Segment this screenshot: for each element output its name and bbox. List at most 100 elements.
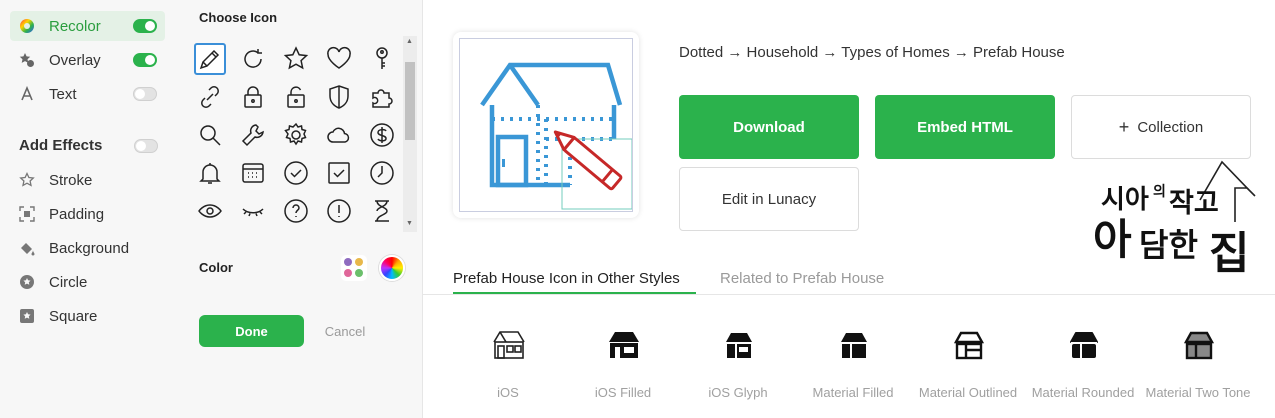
unlock-icon[interactable] [280,81,312,113]
download-button[interactable]: Download [679,95,859,159]
effect-padding[interactable]: Padding [10,199,165,229]
svg-text:집: 집 [1209,228,1249,279]
search-icon[interactable] [194,119,226,151]
star-icon[interactable] [280,43,312,75]
main-area: Dotted → Household → Types of Homes → Pr… [422,0,1275,418]
svg-text:시아: 시아 [1101,185,1149,215]
pencil-icon[interactable] [194,43,226,75]
add-effects-title: Add Effects [19,137,103,154]
overlay-toggle[interactable] [133,53,157,67]
effect-circle[interactable]: Circle [10,267,165,297]
effect-stroke[interactable]: Stroke [10,165,165,195]
tab-divider [423,294,1275,295]
done-button[interactable]: Done [199,315,304,347]
collection-label: Collection [1137,118,1204,136]
style-material-filled[interactable]: Material Filled [797,328,909,408]
cloud-icon[interactable] [323,119,355,151]
eye-icon[interactable] [194,195,226,227]
style-ios-glyph[interactable]: iOS Glyph [682,328,794,408]
link-icon[interactable] [194,81,226,113]
scroll-down-icon[interactable]: ▼ [406,220,413,227]
style-label: iOS [497,385,519,400]
style-label: iOS Glyph [708,385,768,400]
calendar-icon[interactable] [237,157,269,189]
palette-icon[interactable] [341,255,367,281]
color-wheel-icon [19,18,35,34]
effect-recolor-label: Recolor [49,17,101,35]
style-material-outlined[interactable]: Material Outlined [912,328,1024,408]
style-label: iOS Filled [594,385,652,400]
effect-stroke-label: Stroke [49,171,93,189]
effect-text[interactable]: Text [10,79,165,109]
cancel-button[interactable]: Cancel [311,315,379,347]
choose-icon-panel: Choose Icon ▲ ▼ Color Done Cancel [185,0,422,418]
effect-overlay[interactable]: Overlay [10,45,165,75]
effect-recolor[interactable]: Recolor [10,11,165,41]
edit-in-lunacy-button[interactable]: Edit in Lunacy [679,167,859,231]
exclamation-icon[interactable] [323,195,355,227]
tab-related[interactable]: Related to Prefab House [720,270,884,287]
svg-text:아: 아 [1093,215,1132,264]
eyelash-icon[interactable] [237,195,269,227]
dollar-icon[interactable] [366,119,398,151]
add-effects-toggle[interactable] [134,139,158,153]
puzzle-icon[interactable] [366,81,398,113]
style-label: Material Outlined [918,385,1018,400]
heart-icon[interactable] [323,43,355,75]
color-picker-icon[interactable] [379,255,405,281]
question-icon[interactable] [280,195,312,227]
svg-text:담한: 담한 [1139,226,1198,264]
icon-grid-scrollbar[interactable]: ▲ ▼ [403,36,417,232]
style-material-two-tone[interactable]: Material Two Tone [1142,328,1254,408]
icon-grid [193,42,403,230]
house-material-outlined-icon [953,331,985,360]
lock-icon[interactable] [237,81,269,113]
style-material-rounded[interactable]: Material Rounded [1027,328,1139,408]
recolor-toggle[interactable] [133,19,157,33]
star-outline-icon [19,172,35,188]
key-icon[interactable] [366,43,398,75]
hourglass-icon[interactable] [366,195,398,227]
choose-icon-title: Choose Icon [199,10,278,25]
svg-text:의: 의 [1153,183,1166,200]
square-star-icon [19,308,35,324]
paint-bucket-icon [19,240,35,256]
wrench-icon[interactable] [237,119,269,151]
tab-other-styles[interactable]: Prefab House Icon in Other Styles [453,270,680,287]
handwritten-logo-icon: 시아 의 작고 아 담한 집 [1093,160,1256,279]
shield-icon[interactable] [323,81,355,113]
text-toggle[interactable] [133,87,157,101]
overlay-icon [19,52,35,68]
embed-html-button[interactable]: Embed HTML [875,95,1055,159]
check-circle-icon[interactable] [280,157,312,189]
effects-panel: Recolor Overlay Text Add Effects Stroke [0,0,170,418]
style-label: Material Filled [812,385,894,400]
preview-frame [459,38,633,212]
house-material-rounded-icon [1070,332,1098,358]
effect-square[interactable]: Square [10,301,165,331]
house-material-two-tone-icon [1183,331,1215,360]
bell-icon[interactable] [194,157,226,189]
scrollbar-thumb[interactable] [405,62,415,140]
add-collection-button[interactable]: + Collection [1071,95,1251,159]
checkbox-icon[interactable] [323,157,355,189]
color-label: Color [199,260,233,275]
icon-preview [453,32,639,218]
effect-background[interactable]: Background [10,233,165,263]
text-icon [19,86,35,102]
style-label: Material Two Tone [1145,385,1251,400]
effect-circle-label: Circle [49,273,88,291]
app-root: Recolor Overlay Text Add Effects Stroke [0,0,1275,418]
circle-star-icon [19,274,35,290]
padding-icon [19,206,35,222]
effect-text-label: Text [49,85,77,103]
style-ios-filled[interactable]: iOS Filled [567,328,679,408]
breadcrumb[interactable]: Dotted → Household → Types of Homes → Pr… [679,44,1065,61]
effect-padding-label: Padding [49,205,105,223]
refresh-icon[interactable] [237,43,269,75]
scroll-up-icon[interactable]: ▲ [406,38,413,45]
clock-icon[interactable] [366,157,398,189]
style-ios[interactable]: iOS [452,328,564,408]
gear-icon[interactable] [280,119,312,151]
active-tab-indicator [453,292,696,294]
